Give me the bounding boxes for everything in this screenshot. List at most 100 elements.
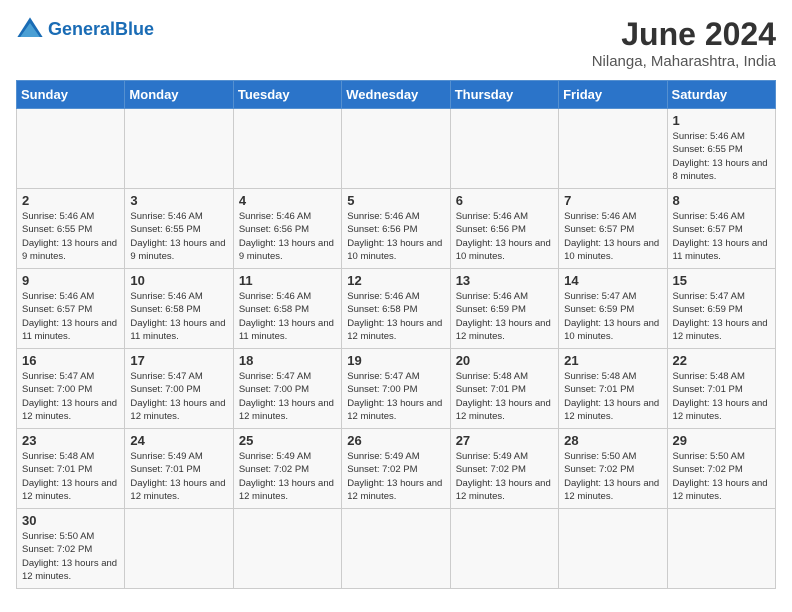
day-number: 18 (239, 353, 336, 368)
calendar-day-cell: 5Sunrise: 5:46 AMSunset: 6:56 PMDaylight… (342, 189, 450, 269)
day-info: Sunrise: 5:46 AMSunset: 6:57 PMDaylight:… (22, 290, 119, 343)
day-info: Sunrise: 5:49 AMSunset: 7:02 PMDaylight:… (239, 450, 336, 503)
logo: GeneralBlue (16, 16, 154, 44)
day-number: 20 (456, 353, 553, 368)
calendar-day-cell: 23 Sunrise: 5:48 AMSunset: 7:01 PMDayligh… (17, 429, 125, 509)
calendar-table: SundayMondayTuesdayWednesdayThursdayFrid… (16, 80, 776, 589)
day-number: 24 (130, 433, 227, 448)
day-number: 26 (347, 433, 444, 448)
calendar-day-cell: 18 Sunrise: 5:47 AMSunset: 7:00 PMDayligh… (233, 349, 341, 429)
day-info: Sunrise: 5:46 AMSunset: 6:55 PMDaylight:… (130, 210, 227, 263)
calendar-day-cell: 12 Sunrise: 5:46 AMSunset: 6:58 PMDayligh… (342, 269, 450, 349)
calendar-day-cell: 1Sunrise: 5:46 AMSunset: 6:55 PMDaylight… (667, 109, 775, 189)
calendar-header-tuesday: Tuesday (233, 81, 341, 109)
calendar-day-cell (233, 109, 341, 189)
day-info: Sunrise: 5:46 AMSunset: 6:55 PMDaylight:… (22, 210, 119, 263)
page-header: GeneralBlue June 2024 Nilanga, Maharasht… (16, 16, 776, 70)
calendar-header-saturday: Saturday (667, 81, 775, 109)
day-info: Sunrise: 5:46 AMSunset: 6:59 PMDaylight:… (456, 290, 553, 343)
calendar-day-cell: 20 Sunrise: 5:48 AMSunset: 7:01 PMDayligh… (450, 349, 558, 429)
calendar-day-cell: 15Sunrise: 5:47 AMSunset: 6:59 PMDayligh… (667, 269, 775, 349)
day-info: Sunrise: 5:48 AMSunset: 7:01 PMDaylight:… (456, 370, 553, 423)
calendar-week-row: 9 Sunrise: 5:46 AMSunset: 6:57 PMDaylight… (17, 269, 776, 349)
day-info: Sunrise: 5:47 AMSunset: 7:00 PMDaylight:… (347, 370, 444, 423)
day-info: Sunrise: 5:49 AMSunset: 7:02 PMDaylight:… (347, 450, 444, 503)
calendar-header-row: SundayMondayTuesdayWednesdayThursdayFrid… (17, 81, 776, 109)
day-number: 4 (239, 193, 336, 208)
location: Nilanga, Maharashtra, India (592, 53, 776, 70)
calendar-day-cell: 29 Sunrise: 5:50 AMSunset: 7:02 PMDayligh… (667, 429, 775, 509)
day-info: Sunrise: 5:48 AMSunset: 7:01 PMDaylight:… (22, 450, 119, 503)
day-info: Sunrise: 5:50 AMSunset: 7:02 PMDaylight:… (673, 450, 770, 503)
day-number: 19 (347, 353, 444, 368)
calendar-day-cell (450, 509, 558, 589)
calendar-day-cell (450, 109, 558, 189)
day-info: Sunrise: 5:48 AMSunset: 7:01 PMDaylight:… (564, 370, 661, 423)
day-number: 12 (347, 273, 444, 288)
day-info: Sunrise: 5:47 AMSunset: 6:59 PMDaylight:… (564, 290, 661, 343)
calendar-day-cell: 6 Sunrise: 5:46 AMSunset: 6:56 PMDaylight… (450, 189, 558, 269)
calendar-day-cell: 28Sunrise: 5:50 AMSunset: 7:02 PMDayligh… (559, 429, 667, 509)
day-info: Sunrise: 5:46 AMSunset: 6:56 PMDaylight:… (239, 210, 336, 263)
calendar-header-sunday: Sunday (17, 81, 125, 109)
calendar-day-cell: 25 Sunrise: 5:49 AMSunset: 7:02 PMDayligh… (233, 429, 341, 509)
day-number: 6 (456, 193, 553, 208)
calendar-day-cell (125, 509, 233, 589)
day-info: Sunrise: 5:50 AMSunset: 7:02 PMDaylight:… (564, 450, 661, 503)
calendar-day-cell: 19 Sunrise: 5:47 AMSunset: 7:00 PMDayligh… (342, 349, 450, 429)
calendar-day-cell (17, 109, 125, 189)
day-number: 15 (673, 273, 770, 288)
title-area: June 2024 Nilanga, Maharashtra, India (592, 16, 776, 70)
calendar-day-cell: 14 Sunrise: 5:47 AMSunset: 6:59 PMDayligh… (559, 269, 667, 349)
calendar-day-cell: 26 Sunrise: 5:49 AMSunset: 7:02 PMDayligh… (342, 429, 450, 509)
calendar-day-cell: 21 Sunrise: 5:48 AMSunset: 7:01 PMDayligh… (559, 349, 667, 429)
calendar-day-cell (559, 109, 667, 189)
calendar-day-cell: 11Sunrise: 5:46 AMSunset: 6:58 PMDayligh… (233, 269, 341, 349)
day-info: Sunrise: 5:46 AMSunset: 6:58 PMDaylight:… (239, 290, 336, 343)
day-info: Sunrise: 5:47 AMSunset: 7:00 PMDaylight:… (22, 370, 119, 423)
day-info: Sunrise: 5:46 AMSunset: 6:58 PMDaylight:… (347, 290, 444, 343)
calendar-header-monday: Monday (125, 81, 233, 109)
calendar-header-friday: Friday (559, 81, 667, 109)
day-number: 21 (564, 353, 661, 368)
day-number: 5 (347, 193, 444, 208)
day-number: 3 (130, 193, 227, 208)
calendar-day-cell (342, 509, 450, 589)
calendar-day-cell: 10 Sunrise: 5:46 AMSunset: 6:58 PMDayligh… (125, 269, 233, 349)
calendar-header-thursday: Thursday (450, 81, 558, 109)
day-number: 2 (22, 193, 119, 208)
day-info: Sunrise: 5:47 AMSunset: 7:00 PMDaylight:… (239, 370, 336, 423)
day-info: Sunrise: 5:48 AMSunset: 7:01 PMDaylight:… (673, 370, 770, 423)
day-number: 9 (22, 273, 119, 288)
month-year: June 2024 (592, 16, 776, 53)
day-number: 23 (22, 433, 119, 448)
day-number: 22 (673, 353, 770, 368)
day-number: 16 (22, 353, 119, 368)
calendar-day-cell: 8Sunrise: 5:46 AMSunset: 6:57 PMDaylight… (667, 189, 775, 269)
calendar-week-row: 2 Sunrise: 5:46 AMSunset: 6:55 PMDaylight… (17, 189, 776, 269)
calendar-day-cell: 30 Sunrise: 5:50 AMSunset: 7:02 PMDayligh… (17, 509, 125, 589)
day-info: Sunrise: 5:46 AMSunset: 6:57 PMDaylight:… (673, 210, 770, 263)
day-number: 10 (130, 273, 227, 288)
day-number: 29 (673, 433, 770, 448)
calendar-day-cell: 17Sunrise: 5:47 AMSunset: 7:00 PMDayligh… (125, 349, 233, 429)
calendar-day-cell: 9 Sunrise: 5:46 AMSunset: 6:57 PMDaylight… (17, 269, 125, 349)
logo-text: GeneralBlue (48, 20, 154, 40)
day-number: 14 (564, 273, 661, 288)
logo-general: General (48, 19, 115, 39)
day-number: 17 (130, 353, 227, 368)
calendar-day-cell: 24 Sunrise: 5:49 AMSunset: 7:01 PMDayligh… (125, 429, 233, 509)
logo-icon (16, 16, 44, 44)
day-info: Sunrise: 5:46 AMSunset: 6:58 PMDaylight:… (130, 290, 227, 343)
day-info: Sunrise: 5:46 AMSunset: 6:56 PMDaylight:… (456, 210, 553, 263)
calendar-day-cell: 3 Sunrise: 5:46 AMSunset: 6:55 PMDaylight… (125, 189, 233, 269)
calendar-day-cell: 2 Sunrise: 5:46 AMSunset: 6:55 PMDaylight… (17, 189, 125, 269)
calendar-week-row: 16 Sunrise: 5:47 AMSunset: 7:00 PMDayligh… (17, 349, 776, 429)
day-info: Sunrise: 5:49 AMSunset: 7:02 PMDaylight:… (456, 450, 553, 503)
calendar-header-wednesday: Wednesday (342, 81, 450, 109)
day-info: Sunrise: 5:50 AMSunset: 7:02 PMDaylight:… (22, 530, 119, 583)
day-number: 30 (22, 513, 119, 528)
day-info: Sunrise: 5:49 AMSunset: 7:01 PMDaylight:… (130, 450, 227, 503)
day-number: 25 (239, 433, 336, 448)
calendar-day-cell: 27Sunrise: 5:49 AMSunset: 7:02 PMDayligh… (450, 429, 558, 509)
